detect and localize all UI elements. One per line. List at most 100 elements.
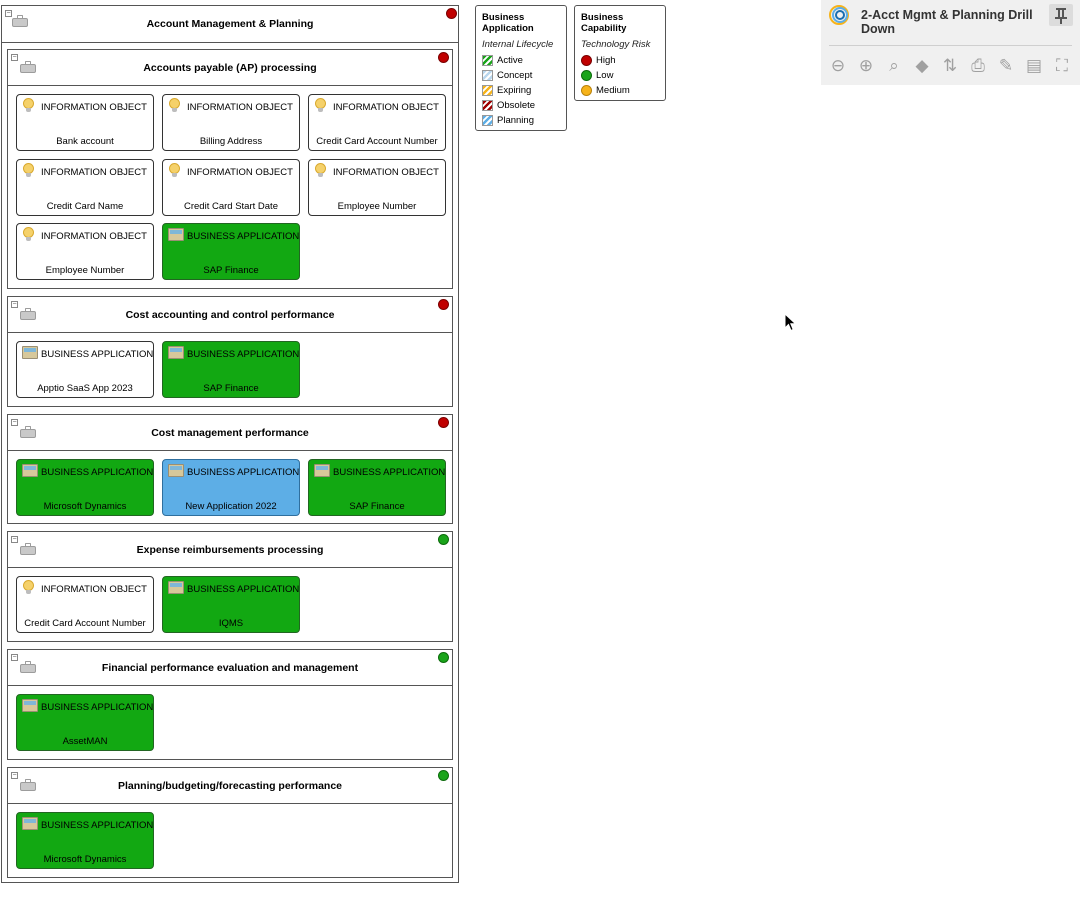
business-application-card[interactable]: BUSINESS APPLICATION New Application 2022 bbox=[162, 459, 300, 516]
lightbulb-icon bbox=[23, 98, 34, 113]
capability-header: − Cost management performance bbox=[8, 415, 452, 451]
card-type: INFORMATION OBJECT bbox=[187, 102, 293, 113]
card-type: BUSINESS APPLICATION bbox=[41, 702, 154, 713]
lightbulb-icon bbox=[315, 98, 326, 113]
card-name: Employee Number bbox=[45, 265, 125, 276]
view-panel: 2-Acct Mgmt & Planning Drill Down ⊖ ⊕ ⌕ ◆ ⇅ ⎙… bbox=[821, 0, 1080, 85]
lightbulb-icon bbox=[169, 98, 180, 113]
risk-dot-icon bbox=[581, 85, 592, 96]
card-name: Microsoft Dynamics bbox=[43, 854, 127, 865]
sort-icon[interactable]: ⇅ bbox=[939, 55, 961, 77]
capability-header: − Planning/budgeting/forecasting performa… bbox=[8, 768, 452, 804]
print-icon[interactable]: ⎙ bbox=[967, 55, 989, 77]
lifecycle-swatch-icon bbox=[482, 85, 493, 96]
card-type: BUSINESS APPLICATION bbox=[41, 820, 154, 831]
lightbulb-icon bbox=[23, 163, 34, 178]
legend-item-label: Medium bbox=[596, 85, 630, 96]
capability-header: − Cost accounting and control performance bbox=[8, 297, 452, 333]
zoom-out-icon[interactable]: ⊖ bbox=[827, 55, 849, 77]
application-icon bbox=[22, 817, 38, 830]
lightbulb-icon bbox=[169, 163, 180, 178]
legend-business-application: Business Application Internal Lifecycle … bbox=[475, 5, 567, 131]
information-object-card[interactable]: INFORMATION OBJECT Credit Card Start Date bbox=[162, 159, 300, 216]
card-name: SAP Finance bbox=[203, 383, 259, 394]
card-type: BUSINESS APPLICATION bbox=[41, 467, 154, 478]
business-application-card[interactable]: BUSINESS APPLICATION IQMS bbox=[162, 576, 300, 633]
information-object-card[interactable]: INFORMATION OBJECT Employee Number bbox=[16, 223, 154, 280]
risk-indicator-icon bbox=[438, 52, 449, 63]
card-type: INFORMATION OBJECT bbox=[41, 167, 147, 178]
collapse-toggle-icon[interactable]: − bbox=[11, 419, 18, 426]
risk-indicator-icon bbox=[438, 534, 449, 545]
capability-section: − Cost management performance BUSINESS APP… bbox=[7, 414, 453, 524]
card-name: AssetMAN bbox=[62, 736, 108, 747]
lifecycle-swatch-icon bbox=[482, 55, 493, 66]
information-object-card[interactable]: INFORMATION OBJECT Billing Address bbox=[162, 94, 300, 151]
legend-item-label: High bbox=[596, 55, 616, 66]
zoom-fit-icon[interactable]: ⌕ bbox=[883, 55, 905, 77]
fullscreen-icon[interactable]: ⛶ bbox=[1051, 55, 1073, 77]
card-type: BUSINESS APPLICATION bbox=[187, 231, 300, 242]
card-type: INFORMATION OBJECT bbox=[41, 584, 147, 595]
card-name: Billing Address bbox=[199, 136, 263, 147]
legend-item-label: Expiring bbox=[497, 85, 532, 96]
application-icon bbox=[22, 699, 38, 712]
card-type: BUSINESS APPLICATION bbox=[187, 467, 300, 478]
collapse-toggle-icon[interactable]: − bbox=[11, 301, 18, 308]
capability-section: − Expense reimbursements processing INFORM… bbox=[7, 531, 453, 642]
capability-title: Financial performance evaluation and man… bbox=[101, 662, 359, 674]
card-type: INFORMATION OBJECT bbox=[41, 231, 147, 242]
information-object-card[interactable]: INFORMATION OBJECT Credit Card Name bbox=[16, 159, 154, 216]
legend-subtitle: Internal Lifecycle bbox=[482, 39, 554, 50]
collapse-toggle-icon[interactable]: − bbox=[11, 654, 18, 661]
root-capability-header: − Account Management & Planning bbox=[2, 6, 458, 43]
lifecycle-swatch-icon bbox=[482, 100, 493, 111]
card-name: Microsoft Dynamics bbox=[43, 501, 127, 512]
risk-indicator-icon bbox=[438, 299, 449, 310]
business-application-card[interactable]: BUSINESS APPLICATION AssetMAN bbox=[16, 694, 154, 751]
pin-icon[interactable] bbox=[1049, 4, 1073, 26]
information-object-card[interactable]: INFORMATION OBJECT Credit Card Account Nu… bbox=[16, 576, 154, 633]
risk-indicator-icon bbox=[438, 417, 449, 428]
information-object-card[interactable]: INFORMATION OBJECT Credit Card Account Nu… bbox=[308, 94, 446, 151]
business-application-card[interactable]: BUSINESS APPLICATION SAP Finance bbox=[308, 459, 446, 516]
business-application-card[interactable]: BUSINESS APPLICATION Microsoft Dynamics bbox=[16, 459, 154, 516]
card-name: Credit Card Account Number bbox=[24, 618, 146, 629]
capability-title: Planning/budgeting/forecasting performan… bbox=[117, 780, 343, 792]
legend-item-label: Concept bbox=[497, 70, 533, 81]
legend-title: Business Capability bbox=[581, 12, 627, 34]
collapse-toggle-icon[interactable]: − bbox=[11, 536, 18, 543]
business-application-card[interactable]: BUSINESS APPLICATION SAP Finance bbox=[162, 223, 300, 280]
card-name: Credit Card Name bbox=[46, 201, 124, 212]
card-name: Employee Number bbox=[337, 201, 417, 212]
lifecycle-swatch-icon bbox=[482, 115, 493, 126]
information-object-card[interactable]: INFORMATION OBJECT Bank account bbox=[16, 94, 154, 151]
risk-indicator-icon bbox=[446, 8, 457, 19]
legend-subtitle: Technology Risk bbox=[581, 39, 651, 50]
comment-icon[interactable]: ▤ bbox=[1023, 55, 1045, 77]
layers-icon[interactable]: ◆ bbox=[911, 55, 933, 77]
business-application-card[interactable]: BUSINESS APPLICATION Microsoft Dynamics bbox=[16, 812, 154, 869]
application-icon bbox=[168, 346, 184, 359]
risk-dot-icon bbox=[581, 70, 592, 81]
collapse-toggle-icon[interactable]: − bbox=[11, 54, 18, 61]
legend-item-label: Active bbox=[497, 55, 523, 66]
card-name: IQMS bbox=[218, 618, 244, 629]
risk-indicator-icon bbox=[438, 770, 449, 781]
app-logo-icon bbox=[829, 5, 851, 25]
risk-indicator-icon bbox=[438, 652, 449, 663]
capability-section: − Accounts payable (AP) processing INFORMA… bbox=[7, 49, 453, 289]
collapse-toggle-icon[interactable]: − bbox=[11, 772, 18, 779]
collapse-toggle-icon[interactable]: − bbox=[5, 10, 12, 17]
divider bbox=[829, 45, 1072, 46]
information-object-card[interactable]: INFORMATION OBJECT Employee Number bbox=[308, 159, 446, 216]
capability-section: − Planning/budgeting/forecasting performa… bbox=[7, 767, 453, 878]
legend-title: Business Application bbox=[482, 12, 534, 34]
capability-section: − Cost accounting and control performance… bbox=[7, 296, 453, 407]
draw-icon[interactable]: ✎ bbox=[995, 55, 1017, 77]
zoom-in-icon[interactable]: ⊕ bbox=[855, 55, 877, 77]
business-application-card[interactable]: BUSINESS APPLICATION Apptio SaaS App 2023 bbox=[16, 341, 154, 398]
card-name: Bank account bbox=[56, 136, 114, 147]
lightbulb-icon bbox=[23, 580, 34, 595]
business-application-card[interactable]: BUSINESS APPLICATION SAP Finance bbox=[162, 341, 300, 398]
